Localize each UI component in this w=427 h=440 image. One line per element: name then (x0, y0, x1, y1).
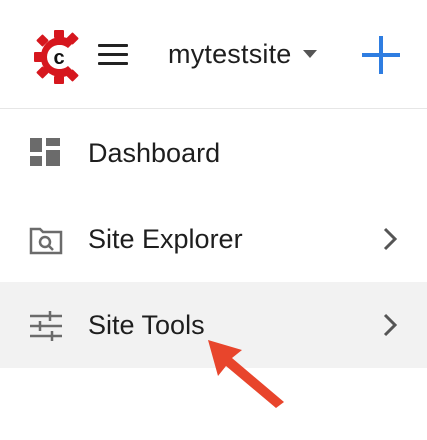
site-name: mytestsite (168, 38, 292, 69)
svg-text:c: c (53, 47, 64, 69)
header-divider (0, 108, 427, 109)
chevron-right-icon (383, 313, 398, 337)
hamburger-menu-icon[interactable] (96, 40, 130, 70)
app-header: c mytestsite (0, 0, 427, 108)
nav-label: Site Tools (88, 310, 205, 340)
site-explorer-icon (29, 227, 63, 255)
chevron-right-icon (383, 227, 398, 251)
add-button[interactable] (360, 34, 402, 76)
arrow-pointer-icon (208, 340, 284, 408)
site-tools-icon (30, 311, 62, 341)
nav-item-dashboard[interactable]: Dashboard (0, 110, 427, 196)
caret-down-icon (302, 50, 317, 58)
nav-label: Site Explorer (88, 224, 243, 254)
crafter-logo-icon[interactable]: c (34, 30, 82, 84)
plus-icon (362, 36, 400, 74)
nav-label: Dashboard (88, 138, 221, 168)
dashboard-icon (30, 138, 60, 166)
nav-item-site-explorer[interactable]: Site Explorer (0, 196, 427, 282)
site-selector[interactable]: mytestsite (168, 34, 318, 74)
